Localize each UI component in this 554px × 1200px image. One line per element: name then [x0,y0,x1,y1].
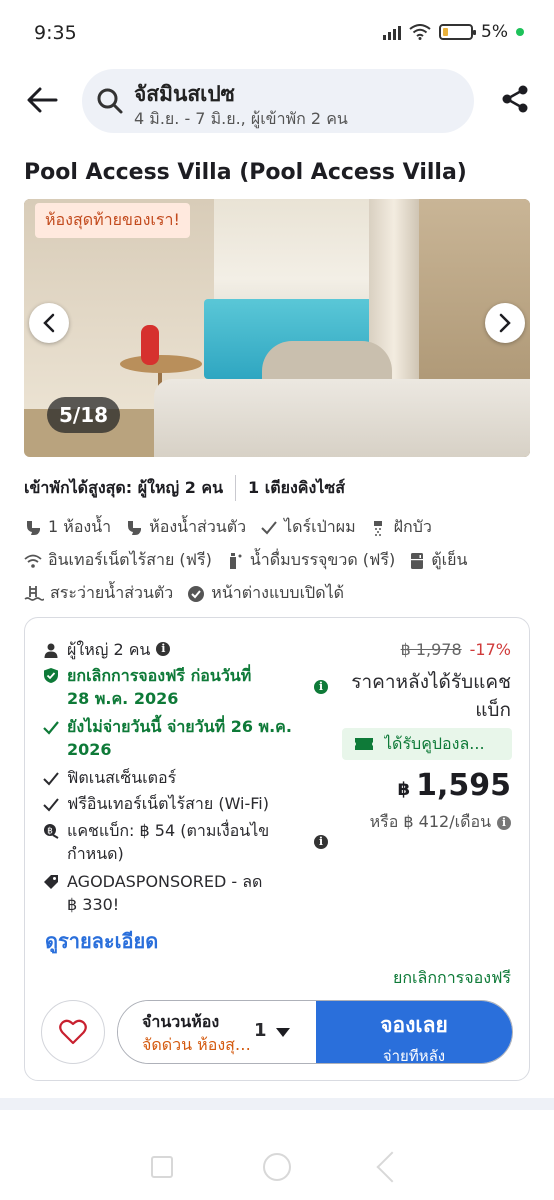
amenity-item: ไดร์เป่าผม [260,515,356,540]
last-room-urgent-text: จัดด่วน ห้องสุดท้าย [142,1035,256,1054]
offer-wifi: ฟรีอินเทอร์เน็ตไร้สาย (Wi-Fi) [43,792,269,818]
amenity-item: 1 ห้องน้ำ [24,515,111,540]
wifi-icon [24,554,42,568]
offer-fitness: ฟิตเนสเซ็นเตอร์ [43,766,176,792]
book-now-button[interactable]: จองเลย จ่ายทีหลัง [316,1001,512,1063]
room-offer-card: ผู้ใหญ่ 2 คน i ยกเลิกการจองฟรี ก่อนวันที… [24,617,530,1081]
system-back-button[interactable] [376,1151,408,1183]
chevron-left-icon [43,313,55,333]
search-summary-pill[interactable]: จัสมินสเปซ 4 มิ.ย. - 7 มิ.ย., ผู้เข้าพัก… [82,69,474,133]
offer-sponsored-discount: AGODASPONSORED - ลด ฿ 330! [43,870,262,916]
amenity-item: ฝักบัว [370,515,432,540]
offer-cashback: ฿ แคชแบ็ก: ฿ 54 (ตามเงื่อนไข กำหนด) [43,819,269,865]
room-quantity-selector[interactable]: จำนวนห้อง จัดด่วน ห้องสุดท้าย 1 [118,1001,316,1063]
back-button[interactable] [22,80,62,120]
search-dates-guests: 4 มิ.ย. - 7 มิ.ย., ผู้เข้าพัก 2 คน [134,109,348,128]
photo-red-vase [141,325,159,365]
water-bottle-icon [229,552,242,569]
bed-type: 1 เตียงคิงไซส์ [248,477,345,497]
free-cancellation-footer: ยกเลิกการจองฟรี [392,968,511,987]
heart-icon [59,1019,87,1045]
amenity-item: ห้องน้ำส่วนตัว [125,515,246,540]
toilet-icon [128,520,142,535]
info-icon[interactable]: i [156,642,171,656]
share-icon [502,85,528,113]
booking-action-group: จำนวนห้อง จัดด่วน ห้องสุดท้าย 1 จองเลย จ… [117,1000,513,1064]
home-button[interactable] [263,1153,291,1181]
see-details-link[interactable]: ดูรายละเอียด [45,925,158,957]
checkmark-icon [261,520,277,534]
info-icon[interactable]: i [314,835,328,849]
max-occupancy: เข้าพักได้สูงสุด: ผู้ใหญ่ 2 คน [24,477,224,497]
chevron-right-icon [499,313,511,333]
amenity-item: สระว่ายน้ำส่วนตัว [24,581,173,606]
checkmark-icon [43,798,59,812]
amenity-item: น้ำดื่มบรรจุขวด (ฟรี) [226,548,395,573]
wifi-icon [409,24,431,40]
arrow-left-icon [27,87,58,113]
room-quantity-label: จำนวนห้อง [142,1012,220,1031]
status-bar: 9:35 5% [0,0,554,62]
recent-apps-button[interactable] [151,1156,173,1178]
person-icon [44,643,58,658]
price-after-cashback-label: ราคาหลังได้รับแคชแบ็ก [351,671,511,721]
offer-free-cancellation: ยกเลิกการจองฟรี ก่อนวันที่ 28 พ.ค. 2026 [43,664,251,710]
dropdown-caret-icon [276,1028,290,1037]
status-time: 9:35 [34,22,77,44]
photo-side-table [120,355,202,373]
amenities-row-1: 1 ห้องน้ำ ห้องน้ำส่วนตัว ไดร์เป่าผม ฝักบ… [24,515,446,540]
search-icon [97,88,123,114]
signal-icon [383,24,402,40]
toilet-icon [27,520,40,535]
occupancy-info: เข้าพักได้สูงสุด: ผู้ใหญ่ 2 คน 1 เตียงคิ… [24,475,345,501]
shower-icon [373,520,382,536]
status-icons: 5% [383,22,524,42]
room-quantity-value: 1 [254,1020,267,1041]
offer-pay-later: ยังไม่จ่ายวันนี้ จ่ายวันที่ 26 พ.ค. 2026 [43,715,292,761]
coupon-badge[interactable]: ได้รับคูปองล... [342,728,512,760]
current-price: ฿ 1,595 [397,768,511,803]
checkmark-icon [43,721,59,735]
original-price: ฿ 1,978 [400,640,462,659]
privacy-dot-icon [516,28,524,36]
check-circle-icon [188,585,205,602]
cashback-icon: ฿ [44,824,59,839]
amenity-item: ตู้เย็น [409,548,467,573]
ticket-icon [355,738,373,750]
svg-text:฿: ฿ [47,827,53,837]
discount-percent: -17% [469,640,511,659]
app-header: จัสมินสเปซ 4 มิ.ย. - 7 มิ.ย., ผู้เข้าพัก… [0,62,554,142]
photo-bed [154,379,530,457]
amenities-row-2: อินเทอร์เน็ตไร้สาย (ฟรี) น้ำดื่มบรรจุขวด… [24,548,481,573]
last-room-tag: ห้องสุดท้ายของเรา! [35,203,190,238]
room-title: Pool Access Villa (Pool Access Villa) [24,160,467,185]
amenities-row-3: สระว่ายน้ำส่วนตัว หน้าต่างแบบเปิดได้ [24,581,358,606]
gallery-prev-button[interactable] [29,303,69,343]
divider [235,475,237,501]
share-button[interactable] [500,84,530,118]
shield-check-icon [44,668,58,683]
battery-icon [439,24,477,40]
info-icon[interactable]: i [314,680,328,694]
battery-percent: 5% [481,22,508,42]
checkmark-icon [43,772,59,786]
room-photo-gallery[interactable]: ห้องสุดท้ายของเรา! 5/18 [24,199,530,457]
tag-icon [44,875,58,889]
amenity-item: อินเทอร์เน็ตไร้สาย (ฟรี) [24,548,212,573]
info-icon[interactable]: i [497,815,511,830]
pool-icon [24,585,44,601]
system-navigation-bar [0,1134,554,1200]
favorite-button[interactable] [41,1000,105,1064]
photo-counter: 5/18 [47,397,121,433]
monthly-installment: หรือ ฿ 412/เดือน i [370,810,511,835]
section-divider [0,1098,554,1110]
gallery-next-button[interactable] [485,303,525,343]
fridge-icon [411,552,424,569]
offer-guests: ผู้ใหญ่ 2 คน i [43,638,171,664]
amenity-item: หน้าต่างแบบเปิดได้ [187,581,344,606]
original-price-row: ฿ 1,978 -17% [401,640,511,659]
